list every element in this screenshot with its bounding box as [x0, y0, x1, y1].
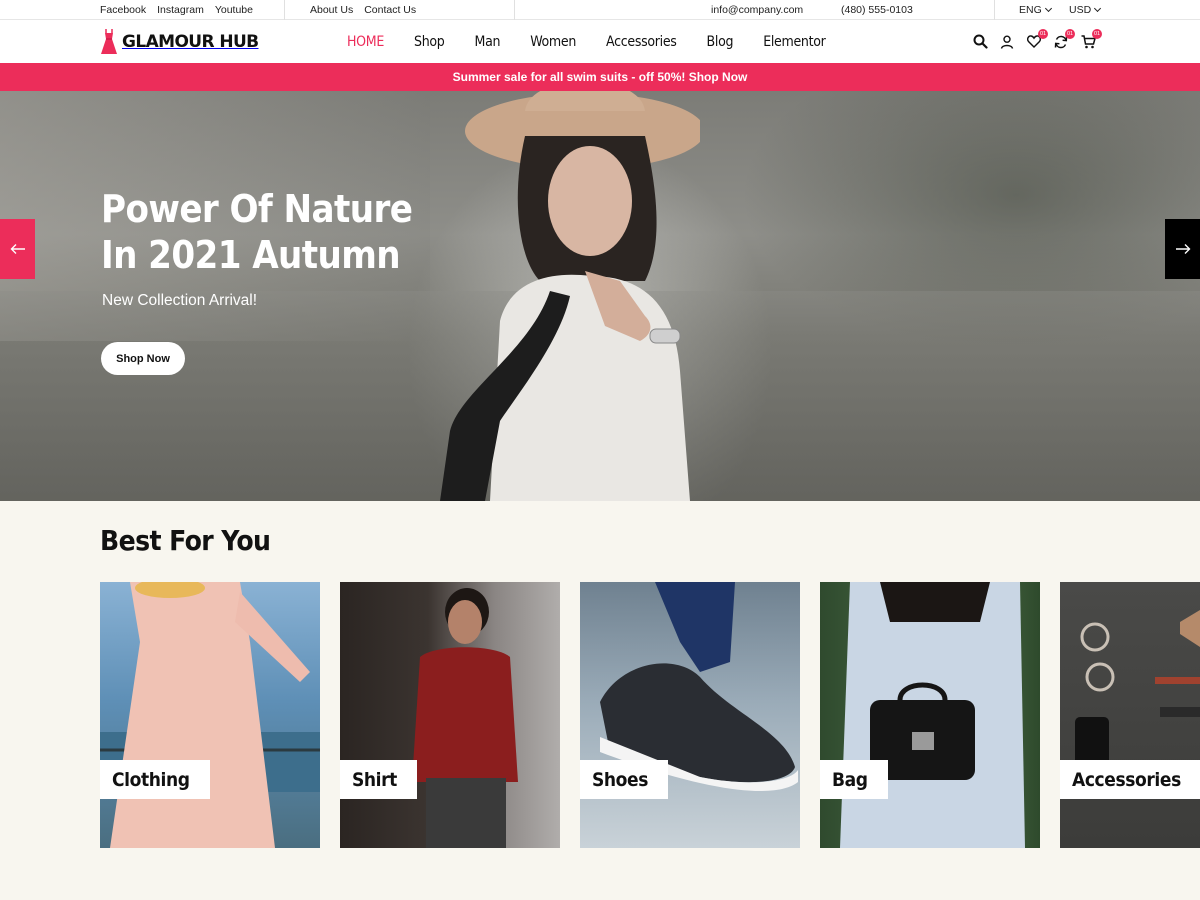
- accessories-image: [1075, 610, 1200, 779]
- nav-elementor[interactable]: Elementor: [763, 34, 826, 50]
- category-card-shoes[interactable]: Shoes: [580, 582, 800, 848]
- category-label: Shoes: [580, 760, 669, 799]
- nav-shop[interactable]: Shop: [414, 34, 445, 50]
- contact-us-link[interactable]: Contact Us: [364, 4, 416, 16]
- email-contact: info@company.com: [711, 0, 803, 20]
- category-label: Shirt: [340, 760, 417, 799]
- currency-select[interactable]: USD: [1069, 0, 1102, 20]
- phone-contact: (480) 555-0103: [841, 0, 913, 20]
- email-text: info@company.com: [711, 4, 804, 16]
- clothing-image: [100, 582, 320, 848]
- slider-next-button[interactable]: [1165, 219, 1200, 279]
- hero-slider: Power Of Nature In 2021 Autumn New Colle…: [0, 91, 1200, 501]
- arrow-right-icon: [1175, 244, 1190, 254]
- user-icon[interactable]: [999, 34, 1015, 50]
- phone-text: (480) 555-0103: [841, 4, 913, 16]
- nav-accessories[interactable]: Accessories: [606, 34, 677, 50]
- chevron-down-icon: [1094, 4, 1102, 13]
- promo-banner[interactable]: Summer sale for all swim suits - off 50%…: [0, 63, 1200, 91]
- shop-now-button[interactable]: Shop Now: [101, 342, 185, 375]
- category-label: Clothing: [100, 760, 210, 799]
- top-bar: Facebook Instagram Youtube About Us Cont…: [0, 0, 1200, 20]
- category-card-shirt[interactable]: Shirt: [340, 582, 560, 848]
- wishlist-heart-icon[interactable]: 01: [1026, 28, 1048, 50]
- info-links: About Us Contact Us: [310, 0, 427, 20]
- slider-prev-button[interactable]: [0, 219, 35, 279]
- dress-icon: [101, 29, 117, 54]
- currency-value: USD: [1069, 4, 1092, 16]
- language-value: ENG: [1019, 4, 1042, 16]
- compare-refresh-icon[interactable]: 01: [1053, 28, 1075, 50]
- cart-icon[interactable]: 01: [1080, 28, 1102, 50]
- main-header: GLAMOUR HUB HOME Shop Man Women Accessor…: [0, 20, 1200, 63]
- shirt-image: [412, 588, 518, 848]
- promo-text: Summer sale for all swim suits - off 50%…: [452, 70, 748, 84]
- search-icon[interactable]: [972, 34, 988, 50]
- chevron-down-icon: [1044, 4, 1052, 13]
- compare-count-badge: 01: [1065, 28, 1075, 39]
- nav-home[interactable]: HOME: [347, 34, 384, 50]
- wishlist-count-badge: 01: [1038, 28, 1048, 39]
- hero-subtitle: New Collection Arrival!: [102, 292, 258, 309]
- hero-title-line2: In 2021 Autumn: [101, 233, 401, 277]
- instagram-link[interactable]: Instagram: [157, 4, 204, 16]
- main-nav: HOME Shop Man Women Accessories Blog Ele…: [347, 20, 856, 63]
- shoes-image: [600, 582, 798, 791]
- cart-count-badge: 01: [1092, 28, 1102, 39]
- category-label: Bag: [820, 760, 888, 799]
- hero-title: Power Of Nature In 2021 Autumn: [101, 186, 413, 278]
- category-label: Accessories: [1060, 760, 1200, 799]
- header-icons: 01 01 01: [972, 20, 1102, 63]
- category-card-bag[interactable]: Bag: [820, 582, 1040, 848]
- category-carousel: Clothing Shirt Shoes Bag Accessories: [100, 582, 1200, 848]
- hero-model-image: [440, 91, 700, 501]
- divider: [514, 0, 515, 20]
- divider: [284, 0, 285, 20]
- social-links: Facebook Instagram Youtube: [100, 0, 264, 20]
- hero-title-line1: Power Of Nature: [101, 187, 413, 231]
- language-select[interactable]: ENG: [1019, 0, 1052, 20]
- nav-blog[interactable]: Blog: [707, 34, 734, 50]
- youtube-link[interactable]: Youtube: [215, 4, 253, 16]
- category-card-accessories[interactable]: Accessories: [1060, 582, 1200, 848]
- arrow-left-icon: [10, 244, 25, 254]
- section-title: Best For You: [100, 524, 271, 557]
- category-card-clothing[interactable]: Clothing: [100, 582, 320, 848]
- facebook-link[interactable]: Facebook: [100, 4, 146, 16]
- about-us-link[interactable]: About Us: [310, 4, 353, 16]
- logo[interactable]: GLAMOUR HUB: [100, 28, 259, 56]
- nav-man[interactable]: Man: [475, 34, 501, 50]
- nav-women[interactable]: Women: [530, 34, 576, 50]
- divider: [994, 0, 995, 20]
- logo-text: GLAMOUR HUB: [122, 32, 259, 52]
- bag-image: [840, 582, 1025, 848]
